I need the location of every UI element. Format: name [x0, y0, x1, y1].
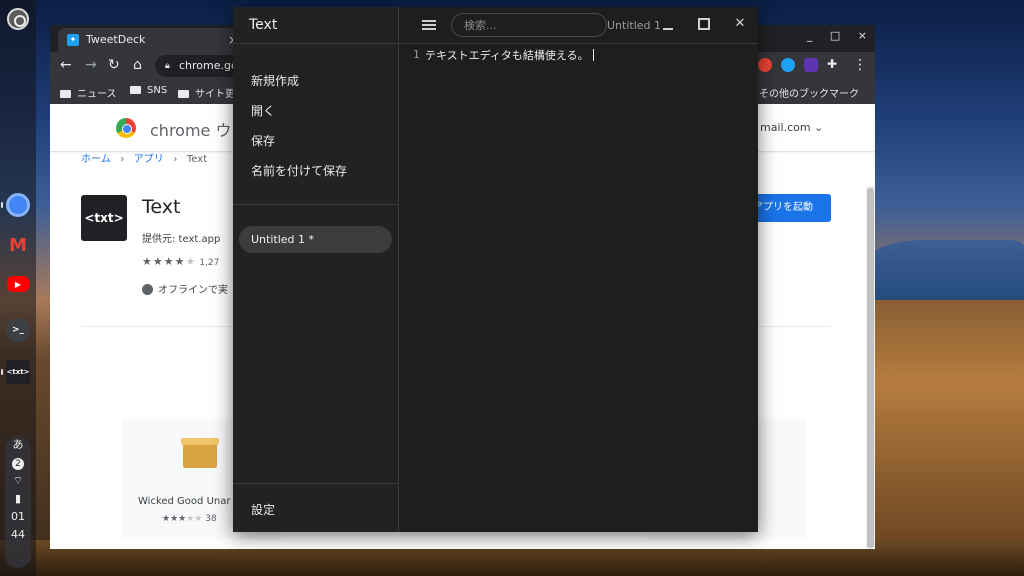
minimize-icon[interactable]: _: [807, 29, 813, 42]
editor-line[interactable]: テキストエディタも結構使える。: [425, 47, 594, 63]
reload-icon[interactable]: ↻: [108, 57, 120, 73]
folder-icon: [178, 90, 189, 98]
offline-badge: オフラインで実: [142, 281, 228, 296]
extension-red-icon[interactable]: [758, 58, 772, 72]
editor-area[interactable]: 1 テキストエディタも結構使える。: [399, 45, 758, 532]
app-name: Text: [142, 196, 181, 218]
breadcrumb-apps[interactable]: アプリ: [134, 154, 164, 165]
extension-purple-icon[interactable]: [804, 58, 818, 72]
bookmark-site[interactable]: サイト更: [178, 85, 235, 100]
close-icon[interactable]: ✕: [731, 15, 749, 33]
scrollbar-thumb[interactable]: [867, 188, 874, 548]
menu-save[interactable]: 保存: [251, 132, 275, 149]
app-icon: <txt>: [81, 195, 127, 241]
home-icon[interactable]: ⌂: [133, 57, 142, 73]
editor-header: Untitled 1 ✕: [399, 7, 758, 44]
rating-stars[interactable]: ★★★★★ 1,27: [142, 255, 219, 268]
menu-new-file[interactable]: 新規作成: [251, 72, 299, 89]
folder-icon: [130, 86, 141, 94]
folder-icon: [60, 90, 71, 98]
open-file-tab[interactable]: Untitled 1 *: [239, 226, 392, 253]
maximize-icon[interactable]: [695, 15, 713, 33]
minimize-icon[interactable]: [659, 15, 677, 33]
close-icon[interactable]: ×: [858, 29, 867, 42]
chrome-running-indicator: [1, 202, 3, 208]
text-app-running-indicator: [1, 369, 3, 375]
clock-minute: 44: [11, 528, 25, 541]
notification-count: 2: [12, 458, 24, 470]
text-app-window: Text 新規作成 開く 保存 名前を付けて保存 Untitled 1 * 設定…: [233, 7, 758, 532]
line-number: 1: [413, 48, 420, 61]
hamburger-menu-icon[interactable]: [422, 20, 436, 30]
text-app-icon[interactable]: <txt>: [6, 360, 30, 384]
youtube-icon[interactable]: ▶: [7, 276, 29, 292]
battery-icon: ▮: [14, 492, 22, 505]
breadcrumb-home[interactable]: ホーム: [81, 154, 111, 165]
tab-title: TweetDeck: [86, 33, 146, 46]
other-bookmarks[interactable]: その他のブックマーク: [742, 85, 859, 100]
bookmark-sns[interactable]: SNS: [130, 85, 167, 96]
terminal-icon[interactable]: >_: [6, 318, 30, 342]
clock-hour: 01: [11, 510, 25, 523]
launcher-icon[interactable]: [7, 8, 29, 30]
extension-twitter-icon[interactable]: [781, 58, 795, 72]
sidebar-title: Text: [249, 17, 278, 33]
lock-icon: 🔒︎: [165, 61, 170, 71]
back-icon[interactable]: ←: [60, 57, 72, 73]
maximize-icon[interactable]: □: [830, 29, 840, 42]
rating-count: 1,27: [199, 258, 220, 268]
document-title: Untitled 1: [607, 19, 662, 32]
browser-window-controls: _ □ ×: [793, 29, 867, 42]
breadcrumb: ホーム › アプリ › Text: [81, 150, 207, 165]
wifi-icon: ⌔: [12, 474, 24, 487]
twitter-icon: ✦: [67, 34, 79, 46]
page-scrollbar[interactable]: [866, 186, 875, 549]
search-input[interactable]: [451, 13, 607, 37]
gmail-icon[interactable]: M: [6, 233, 30, 257]
divider: [233, 204, 398, 205]
related-app-rating: ★★★★★ 38: [162, 514, 217, 524]
ime-indicator: あ: [12, 438, 24, 451]
chrome-web-store-logo[interactable]: [116, 118, 136, 138]
package-icon: [181, 438, 219, 468]
account-menu[interactable]: mail.com ⌄: [760, 121, 823, 134]
chevron-right-icon: ›: [113, 154, 131, 165]
wallpaper-hill: [860, 300, 1024, 576]
related-app-name: Wicked Good Unar: [138, 496, 231, 507]
chevron-down-icon: ⌄: [814, 121, 824, 134]
divider: [233, 483, 398, 484]
tab-tweetdeck[interactable]: ✦ TweetDeck ×: [58, 28, 242, 52]
text-caret: [592, 49, 594, 61]
menu-settings[interactable]: 設定: [251, 501, 275, 518]
text-sidebar: Text 新規作成 開く 保存 名前を付けて保存 Untitled 1 * 設定: [233, 7, 399, 532]
forward-icon[interactable]: →: [85, 57, 97, 73]
chevron-right-icon: ›: [166, 154, 184, 165]
bookmark-news[interactable]: ニュース: [60, 85, 117, 100]
shelf: M ▶ >_ <txt> あ 2 ⌔ ▮ 01 44: [0, 0, 36, 576]
divider: [233, 43, 398, 44]
extensions-puzzle-icon[interactable]: ✚: [827, 57, 837, 71]
menu-save-as[interactable]: 名前を付けて保存: [251, 162, 347, 179]
status-tray[interactable]: あ 2 ⌔ ▮ 01 44: [5, 436, 31, 568]
kebab-menu-icon[interactable]: ⋮: [853, 57, 867, 73]
breadcrumb-current: Text: [186, 154, 208, 165]
offline-icon: [142, 284, 153, 295]
chrome-icon[interactable]: [6, 193, 30, 217]
menu-open[interactable]: 開く: [251, 102, 275, 119]
offered-by[interactable]: 提供元: text.app: [142, 230, 220, 245]
